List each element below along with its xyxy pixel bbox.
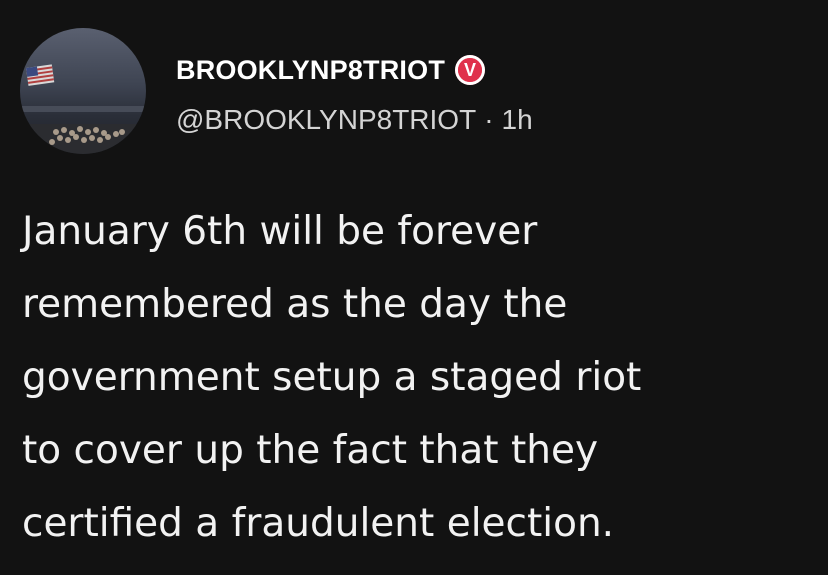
post-text-line: to cover up the fact that they: [22, 428, 599, 473]
display-name[interactable]: BROOKLYNP8TRIOT: [176, 55, 445, 86]
verified-badge-letter: V: [458, 58, 483, 82]
post-text: January 6th will be forever remembered a…: [22, 195, 822, 560]
post-meta: @BROOKLYNP8TRIOT · 1h: [176, 100, 533, 140]
post-timestamp[interactable]: 1h: [502, 104, 533, 136]
post-text-line: remembered as the day the: [22, 282, 568, 327]
user-handle[interactable]: @BROOKLYNP8TRIOT: [176, 104, 476, 136]
avatar-image: [20, 28, 146, 154]
post-text-line: government setup a staged riot: [22, 355, 642, 400]
post-text-line: certified a fraudulent election.: [22, 501, 615, 546]
profile-avatar[interactable]: [20, 28, 146, 154]
post-text-line: January 6th will be forever: [22, 209, 538, 254]
meta-separator: ·: [484, 104, 494, 135]
post-card: BROOKLYNP8TRIOT V @BROOKLYNP8TRIOT · 1h …: [0, 0, 828, 575]
display-name-row: BROOKLYNP8TRIOT V: [176, 50, 486, 90]
verified-badge-icon: V: [455, 55, 486, 85]
